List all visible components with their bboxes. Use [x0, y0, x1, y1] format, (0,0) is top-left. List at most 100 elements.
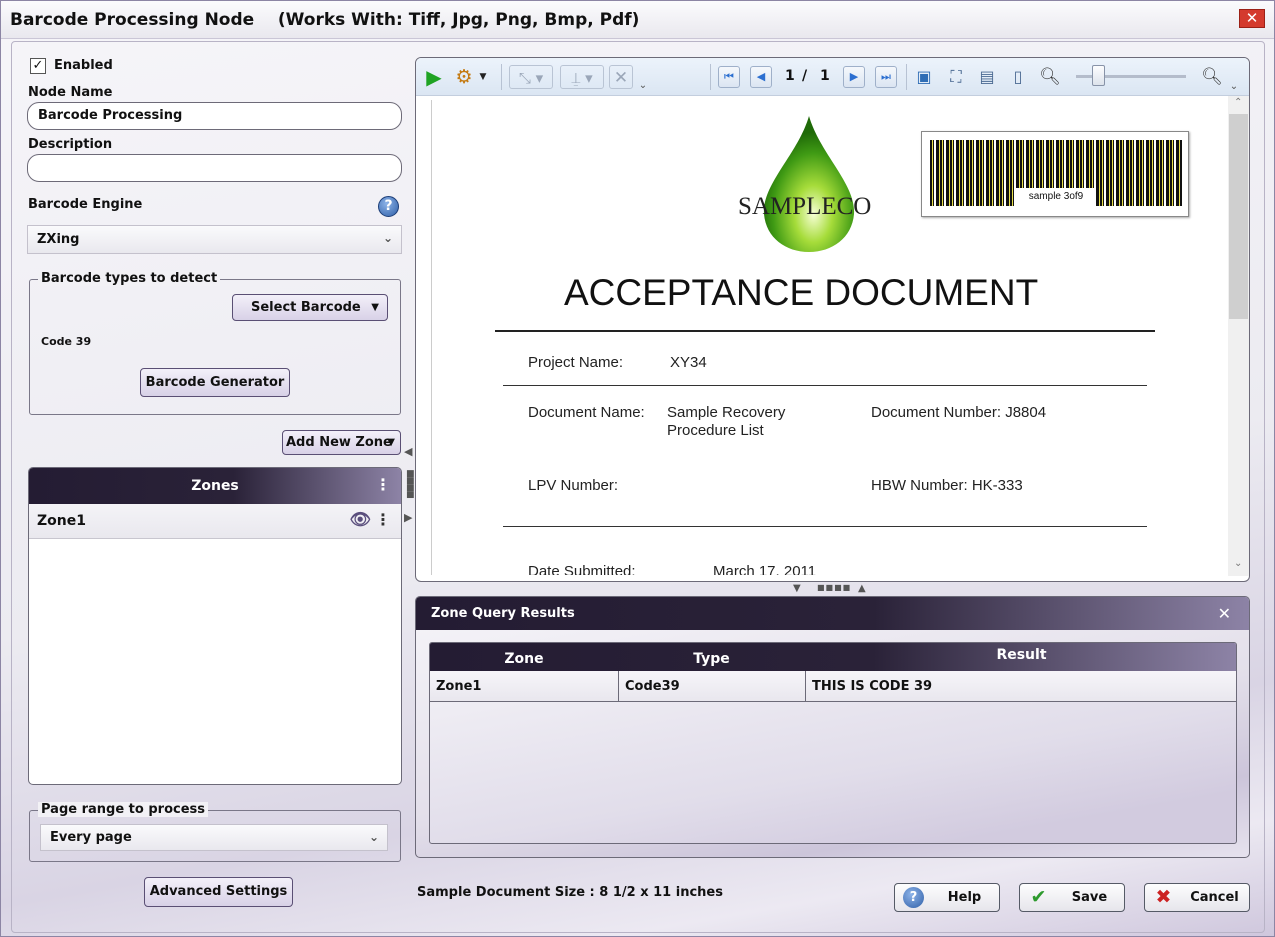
results-title: Zone Query Results	[431, 606, 575, 621]
page-range-value: Every page	[50, 830, 132, 845]
kebab-menu-icon[interactable]: ⋮	[375, 468, 391, 503]
expand-right-icon[interactable]: ▶	[404, 511, 412, 524]
page-total: 1	[820, 68, 830, 84]
cancel-x-icon: ✖	[1155, 886, 1172, 908]
column-header-zone[interactable]: Zone	[430, 643, 618, 671]
splitter-grip-icon[interactable]: ■■■■	[406, 470, 415, 500]
chevron-down-icon: ⌄	[368, 830, 379, 844]
divider	[503, 526, 1147, 527]
hbw-number: HBW Number: HK-333	[871, 477, 1023, 494]
zoom-in-icon[interactable]: 🔍︎	[1201, 65, 1223, 89]
dropdown-arrow-icon[interactable]: ▼	[477, 65, 489, 89]
enabled-label: Enabled	[54, 58, 113, 73]
document-number: Document Number: J8804	[871, 404, 1047, 421]
play-icon[interactable]: ▶	[423, 65, 445, 89]
document-title: ACCEPTANCE DOCUMENT	[564, 272, 1039, 313]
splitter-grip-icon[interactable]: ■■■■	[817, 583, 851, 592]
window-title: Barcode Processing Node (Works With: Tif…	[10, 10, 640, 30]
enabled-checkbox[interactable]: ✓	[30, 58, 46, 74]
page-separator: /	[802, 68, 808, 84]
barcode-engine-value: ZXing	[37, 232, 80, 247]
document-name-value-1: Sample Recovery	[667, 404, 786, 421]
help-button[interactable]: ? Help	[894, 883, 1000, 912]
node-name-label: Node Name	[28, 85, 113, 100]
kebab-menu-icon[interactable]: ⋮	[375, 510, 391, 529]
detected-barcode-type: Code 39	[41, 335, 92, 348]
help-icon[interactable]: ?	[378, 196, 399, 217]
delete-icon[interactable]: ✕	[609, 65, 633, 89]
scrollbar-thumb[interactable]	[1229, 114, 1248, 319]
checkmark-icon: ✔	[1030, 886, 1047, 908]
eye-icon[interactable]: 👁	[349, 510, 371, 530]
project-name-value: XY34	[670, 354, 707, 371]
list-item[interactable]: Zone1 👁 ⋮	[29, 504, 401, 539]
zones-list: Zones ⋮ Zone1 👁 ⋮	[28, 467, 402, 785]
actual-size-icon[interactable]: ▯	[1007, 65, 1029, 89]
gear-icon[interactable]: ⚙	[452, 65, 476, 89]
table-row[interactable]: Zone1 Code39 THIS IS CODE 39	[430, 671, 1236, 702]
barcode-generator-button[interactable]: Barcode Generator	[140, 368, 290, 397]
toolbar-separator	[710, 64, 711, 90]
last-page-icon[interactable]: ⏭	[875, 66, 897, 88]
fit-arrows-icon[interactable]: ⤡ ▾	[509, 65, 553, 89]
column-header-result[interactable]: Result	[805, 643, 1236, 671]
dropdown-arrow-icon: ▼	[387, 437, 395, 448]
description-label: Description	[28, 137, 113, 152]
scroll-up-icon[interactable]: ⌃	[1234, 97, 1242, 108]
column-header-type[interactable]: Type	[618, 643, 805, 671]
document-size-text: Sample Document Size : 8 1/2 x 11 inches	[417, 885, 723, 900]
add-new-zone-button[interactable]: Add New Zone ▼	[282, 430, 401, 455]
cancel-label: Cancel	[1190, 890, 1239, 905]
zones-header: Zones ⋮	[29, 468, 401, 504]
scroll-down-icon[interactable]: ⌄	[1234, 558, 1242, 569]
first-page-icon[interactable]: ⏮	[718, 66, 740, 88]
results-table: Zone Type Result Zone1 Code39 THIS IS CO…	[429, 642, 1237, 844]
page-range-legend: Page range to process	[38, 802, 209, 817]
close-icon[interactable]: ✕	[1218, 597, 1231, 630]
close-icon[interactable]: ✕	[1239, 9, 1265, 28]
select-barcode-button[interactable]: Select Barcode ▼	[232, 294, 388, 321]
barcode-engine-select[interactable]: ZXing ⌄	[27, 225, 402, 254]
fit-width-icon[interactable]: ▤	[976, 65, 998, 89]
collapse-left-icon[interactable]: ◀	[404, 445, 412, 458]
toolbar-separator	[501, 64, 502, 90]
advanced-settings-button[interactable]: Advanced Settings	[144, 877, 293, 907]
cell-type: Code39	[619, 671, 806, 702]
results-table-header: Zone Type Result	[430, 643, 1236, 671]
expand-up-icon[interactable]: ▲	[858, 583, 866, 594]
stamp-icon[interactable]: ⍊ ▾	[560, 65, 604, 89]
toolbar-separator	[906, 64, 907, 90]
prev-page-icon[interactable]: ◀	[750, 66, 772, 88]
document-viewer: ▶ ⚙ ▼ ⤡ ▾ ⍊ ▾ ✕ ⌄ ⏮ ◀ 1 / 1 ▶ ⏭ ▣ ⛶ ▤ ▯ …	[415, 57, 1250, 582]
company-name: SAMPLECO	[738, 193, 872, 220]
dialog-window: Barcode Processing Node (Works With: Tif…	[0, 0, 1275, 937]
results-header: Zone Query Results ✕	[416, 597, 1249, 630]
page-current[interactable]: 1	[785, 68, 795, 84]
vertical-scrollbar[interactable]: ⌃ ⌄	[1228, 96, 1249, 576]
zone-query-results-panel: Zone Query Results ✕ Zone Type Result Zo…	[415, 596, 1250, 858]
collapse-down-icon[interactable]: ▼	[793, 583, 801, 594]
zones-header-label: Zones	[191, 478, 239, 494]
divider	[503, 385, 1147, 386]
zoom-slider-thumb[interactable]	[1092, 65, 1105, 86]
node-name-input[interactable]: Barcode Processing	[27, 102, 402, 130]
save-button[interactable]: ✔ Save	[1019, 883, 1125, 912]
overflow-icon[interactable]: ⌄	[638, 74, 648, 98]
fit-page-icon[interactable]: ⛶	[945, 65, 967, 89]
cancel-button[interactable]: ✖ Cancel	[1144, 883, 1250, 912]
image-icon[interactable]: ▣	[913, 65, 935, 89]
help-label: Help	[947, 890, 982, 905]
zone-name: Zone1	[37, 513, 86, 529]
dropdown-arrow-icon: ▼	[371, 302, 379, 313]
date-submitted-value: March 17, 2011	[713, 563, 817, 575]
description-input[interactable]	[27, 154, 402, 182]
document-page: SAMPLECO sample 3of9 ACCEPTANCE DOCUMENT…	[431, 100, 1226, 575]
page-range-select[interactable]: Every page ⌄	[40, 824, 388, 851]
sampleco-logo	[763, 116, 855, 252]
date-submitted-label: Date Submitted:	[528, 563, 636, 575]
document-name-label: Document Name:	[528, 404, 645, 421]
next-page-icon[interactable]: ▶	[843, 66, 865, 88]
zoom-out-icon[interactable]: 🔍︎	[1039, 65, 1061, 89]
save-label: Save	[1071, 890, 1108, 905]
cell-result: THIS IS CODE 39	[812, 679, 933, 694]
